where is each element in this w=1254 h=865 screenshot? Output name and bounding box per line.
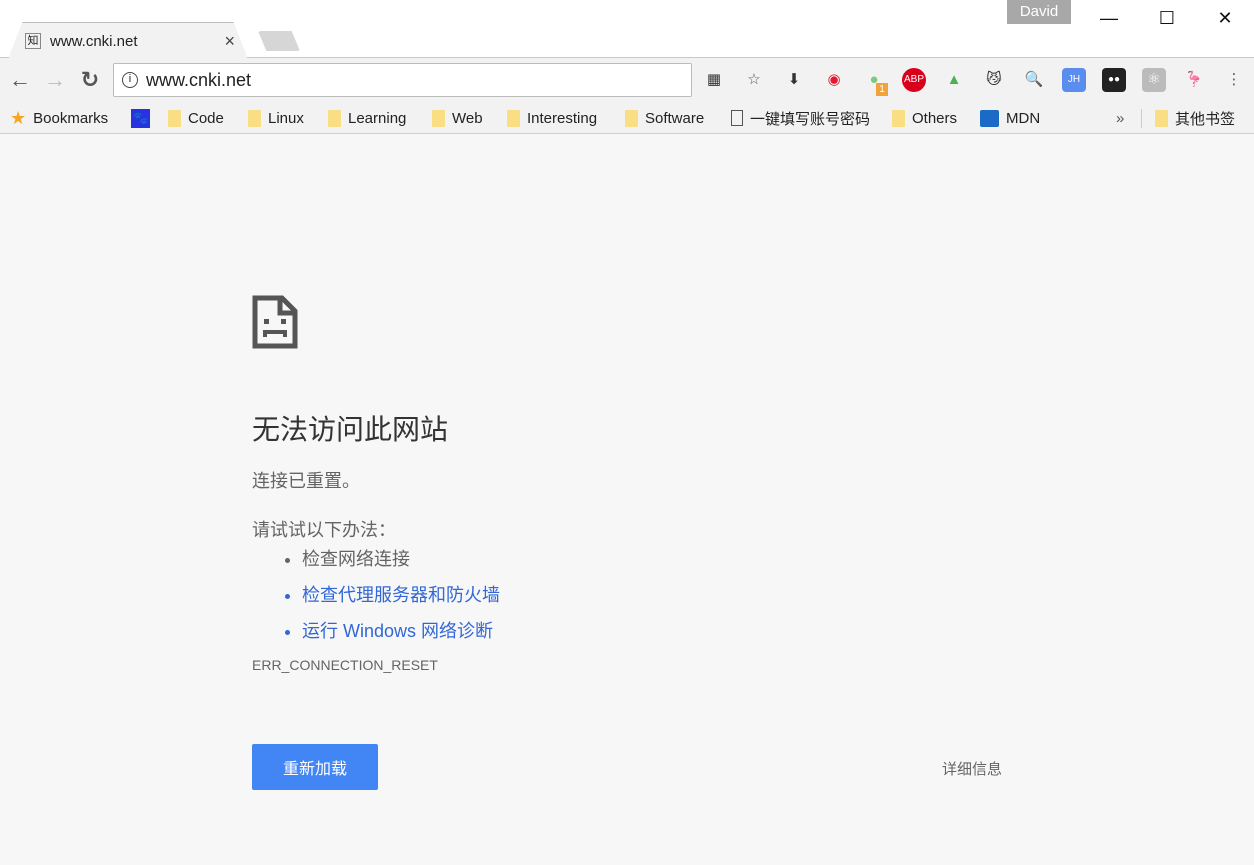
tab-title: www.cnki.net	[50, 32, 138, 50]
bookmark-folder-others[interactable]: Others	[892, 108, 957, 128]
reload-button[interactable]: ↻	[77, 66, 103, 94]
qr-code-icon[interactable]: ▦	[702, 68, 726, 92]
suggestion-check-network: 检查网络连接	[302, 545, 500, 571]
bookmark-star-icon[interactable]: ☆	[742, 68, 766, 92]
divider	[1141, 109, 1142, 128]
baidu-paw-icon: 🐾	[131, 108, 150, 128]
folder-icon	[432, 109, 445, 127]
adblock-plus-icon[interactable]: ABP	[902, 68, 926, 92]
tab-close-icon[interactable]: ×	[224, 31, 235, 52]
close-window-button[interactable]: ✕	[1203, 4, 1247, 32]
bookmark-mdn[interactable]: MDN	[980, 108, 1040, 128]
tab-active[interactable]: 知 www.cnki.net ×	[8, 22, 248, 59]
folder-icon	[1155, 109, 1168, 127]
suggestion-windows-diagnostics-link[interactable]: 运行 Windows 网络诊断	[302, 617, 500, 643]
page-icon	[731, 110, 743, 126]
address-bar[interactable]: i www.cnki.net	[113, 63, 692, 97]
menu-icon[interactable]: ⋮	[1222, 68, 1246, 92]
info-icon[interactable]: i	[122, 72, 138, 88]
folder-icon	[248, 109, 261, 127]
bookmark-folder-web[interactable]: Web	[432, 108, 483, 128]
tampermonkey-icon[interactable]: ●●	[1102, 68, 1126, 92]
folder-icon	[892, 109, 905, 127]
folder-icon	[328, 109, 341, 127]
reload-page-button[interactable]: 重新加载	[252, 744, 378, 790]
bookmark-folder-linux[interactable]: Linux	[248, 108, 304, 128]
cat-icon[interactable]: 😼	[982, 68, 1006, 92]
error-message: 连接已重置。	[252, 471, 360, 491]
bookmark-folder-software[interactable]: Software	[625, 108, 704, 128]
bookmark-bookmarks[interactable]: ★ Bookmarks	[10, 108, 108, 128]
back-button[interactable]: ←	[7, 66, 33, 94]
mdn-icon	[980, 109, 999, 127]
download-icon[interactable]: ⬇	[782, 68, 806, 92]
error-title: 无法访问此网站	[252, 414, 449, 445]
search-tool-icon[interactable]: 🔍	[1022, 68, 1046, 92]
jh-icon[interactable]: JH	[1062, 68, 1086, 92]
maximize-button[interactable]: ☐	[1145, 4, 1189, 32]
cnki-favicon-icon: 知	[25, 33, 41, 49]
extension-badge: 1	[876, 83, 888, 96]
bookmarks-overflow-button[interactable]: »	[1116, 108, 1124, 128]
star-icon: ★	[10, 107, 27, 128]
weibo-icon[interactable]: ◉	[822, 68, 846, 92]
folder-icon	[507, 109, 520, 127]
react-icon[interactable]: ⚛	[1142, 68, 1166, 92]
suggestions-list: 检查网络连接 检查代理服务器和防火墙 运行 Windows 网络诊断	[302, 545, 500, 650]
bookmarks-bar: ★ Bookmarks 🐾 Code Linux Learning Web Int…	[0, 102, 1254, 134]
error-code: ERR_CONNECTION_RESET	[252, 657, 438, 673]
profile-button[interactable]: David	[1007, 0, 1071, 24]
folder-icon	[625, 109, 638, 127]
minimize-button[interactable]: —	[1087, 4, 1131, 32]
bookmark-folder-interesting[interactable]: Interesting	[507, 108, 597, 128]
bookmark-folder-code[interactable]: Code	[168, 108, 224, 128]
details-button[interactable]: 详细信息	[920, 758, 1002, 779]
flamingo-icon[interactable]: 🦩	[1182, 68, 1206, 92]
bookmark-folder-learning[interactable]: Learning	[328, 108, 406, 128]
folder-icon	[168, 109, 181, 127]
suggestions-label: 请试试以下办法：	[252, 520, 396, 540]
rainbow-icon[interactable]: ▲	[942, 68, 966, 92]
bookmark-other-bookmarks[interactable]: 其他书签	[1155, 108, 1235, 128]
forward-button[interactable]: →	[42, 66, 68, 94]
sad-page-icon	[252, 295, 298, 349]
suggestion-proxy-firewall-link[interactable]: 检查代理服务器和防火墙	[302, 581, 500, 607]
bookmark-baidu[interactable]: 🐾	[131, 108, 150, 128]
url-text: www.cnki.net	[146, 69, 252, 90]
bookmark-autofill[interactable]: 一键填写账号密码	[731, 108, 870, 128]
